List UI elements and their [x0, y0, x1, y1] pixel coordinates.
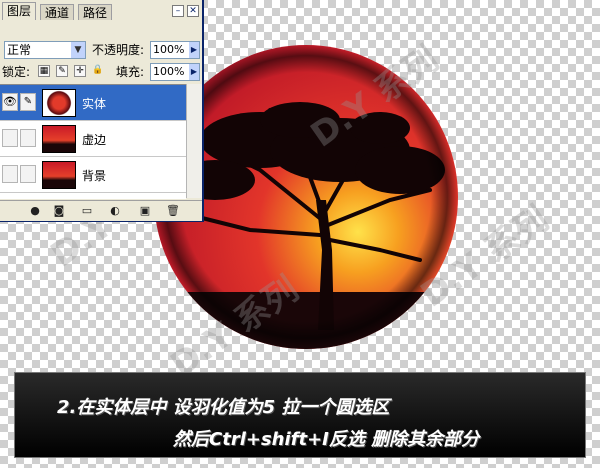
brush-icon[interactable]: ✎ [56, 65, 68, 77]
tab-channels[interactable]: 通道 [40, 4, 75, 20]
tab-layers[interactable]: 图层 [2, 2, 37, 20]
trash-icon[interactable]: 🗑 [166, 204, 180, 218]
eye-icon[interactable] [2, 129, 18, 147]
layer-name: 虚边 [82, 133, 107, 147]
padlock-icon[interactable]: 🔒 [92, 65, 104, 77]
layer-row[interactable]: 虚边 [0, 121, 186, 157]
fill-input[interactable]: 100% ▶ [150, 63, 200, 81]
lock-label: 锁定: [2, 65, 31, 79]
layer-name: 背景 [82, 169, 107, 183]
opacity-input[interactable]: 100% ▶ [150, 41, 200, 59]
move-icon[interactable]: ✛ [74, 65, 86, 77]
chevron-down-icon: ▼ [71, 42, 85, 58]
lock-fill-row: 锁定: ▦ ✎ ✛ 🔒 填充: 100% ▶ [0, 62, 204, 82]
blend-opacity-row: 正常 ▼ 不透明度: 100% ▶ [0, 40, 204, 60]
new-layer-icon[interactable]: ▣ [138, 204, 152, 218]
checkerboard-icon[interactable]: ▦ [38, 65, 50, 77]
fill-label: 填充: [116, 65, 145, 79]
caption-box: 2.在实体层中 设羽化值为5 拉一个圆选区 然后Ctrl+shift+I反选 删… [14, 372, 586, 458]
adjustment-icon[interactable]: ◐ [108, 204, 122, 218]
tab-paths[interactable]: 路径 [78, 4, 113, 20]
caption-line-2: 然后Ctrl+shift+I反选 删除其余部分 [173, 429, 480, 450]
layers-list: 👁 ✎ 实体 虚边 背景 [0, 84, 186, 199]
layer-thumbnail [42, 89, 76, 117]
panel-bottom-bar: ● ◙ ▭ ◐ ▣ 🗑 [0, 200, 202, 221]
chevron-right-icon[interactable]: ▶ [189, 42, 199, 58]
close-icon[interactable]: ✕ [187, 5, 199, 17]
layer-row[interactable]: 👁 ✎ 实体 [0, 85, 186, 121]
fill-value: 100% [153, 65, 185, 78]
layer-row[interactable]: 背景 [0, 157, 186, 193]
layers-panel: 图层 通道 路径 – ✕ 正常 ▼ 不透明度: 100% ▶ 锁定: ▦ ✎ ✛… [0, 0, 204, 222]
mask-icon[interactable]: ◙ [52, 204, 66, 218]
blend-mode-select[interactable]: 正常 ▼ [4, 41, 86, 59]
eye-icon[interactable]: 👁 [2, 93, 18, 111]
brush-icon[interactable] [20, 165, 36, 183]
caption-line-1: 2.在实体层中 设羽化值为5 拉一个圆选区 [57, 397, 390, 418]
brush-icon[interactable] [20, 129, 36, 147]
eye-icon[interactable] [2, 165, 18, 183]
brush-icon[interactable]: ✎ [20, 93, 36, 111]
layer-style-icon[interactable]: ● [28, 204, 42, 218]
panel-tabs: 图层 通道 路径 – ✕ [0, 2, 204, 20]
layer-thumbnail [42, 125, 76, 153]
folder-icon[interactable]: ▭ [80, 204, 94, 218]
opacity-label: 不透明度: [92, 43, 145, 57]
blend-mode-value: 正常 [7, 43, 32, 57]
layer-name: 实体 [82, 97, 107, 111]
minimize-icon[interactable]: – [172, 5, 184, 17]
chevron-right-icon[interactable]: ▶ [189, 64, 199, 80]
opacity-value: 100% [153, 43, 185, 56]
layers-scrollbar[interactable] [186, 84, 202, 198]
layer-thumbnail [42, 161, 76, 189]
